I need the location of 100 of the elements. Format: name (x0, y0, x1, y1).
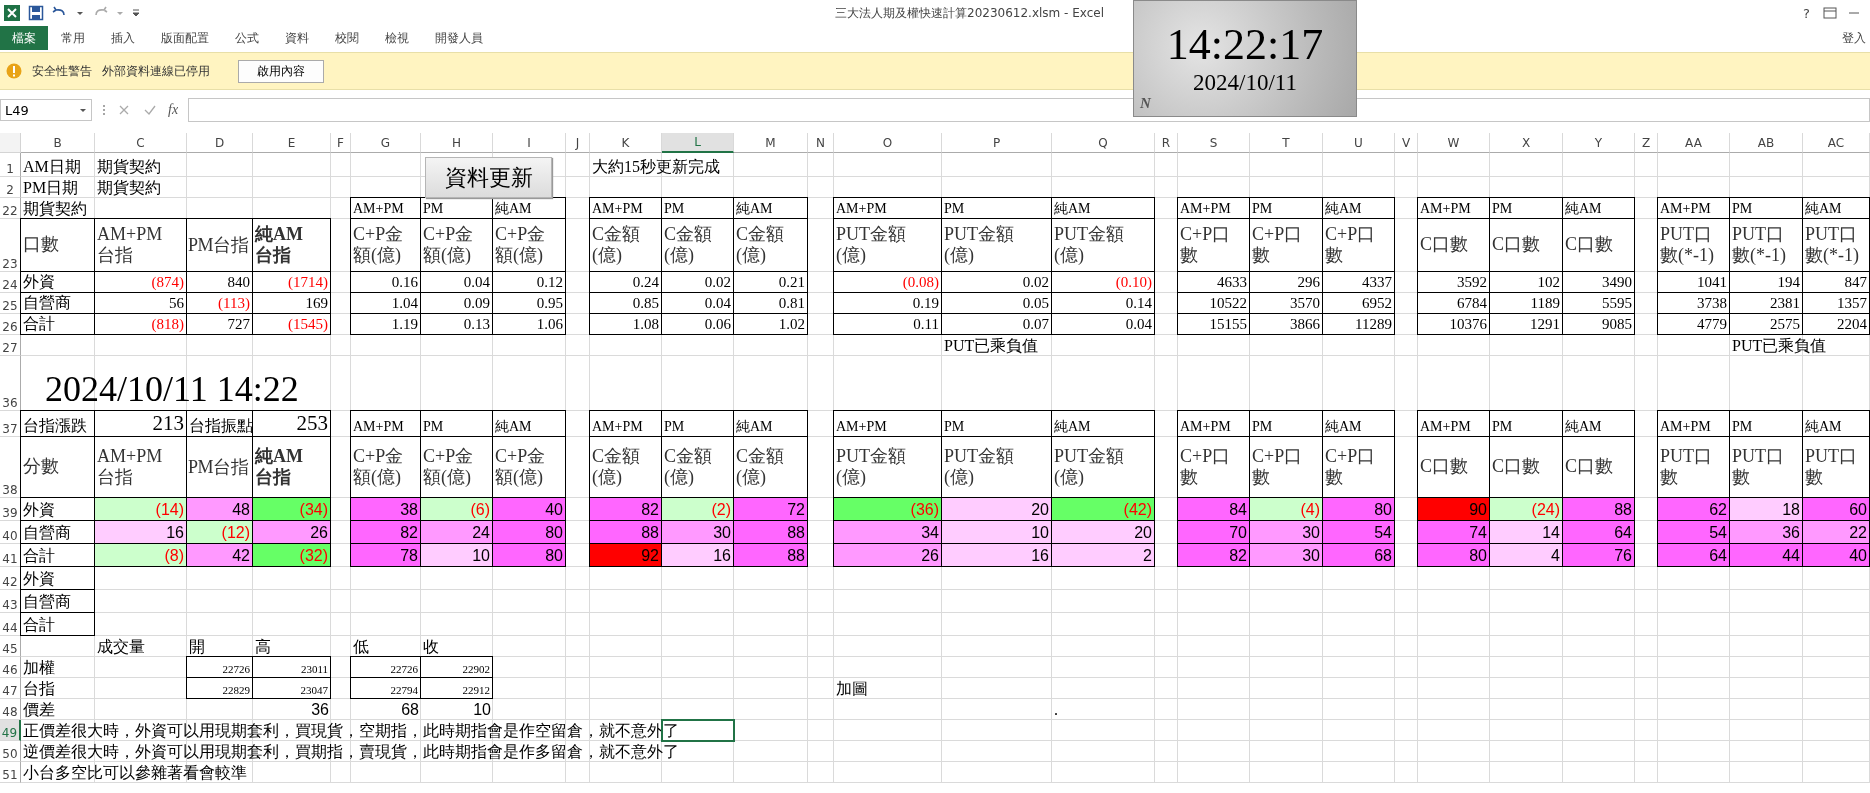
column-header[interactable]: AC (1803, 133, 1870, 153)
column-header[interactable]: M (734, 133, 808, 153)
cell-text: 逆價差很大時，外資可以用現期套利，買期指，賣現貨，此時期指會是作多留倉，就不意外了 (23, 742, 679, 761)
ribbon-tab[interactable]: 常用 (48, 26, 98, 50)
table-cell: 純AM (1322, 410, 1395, 437)
column-header[interactable]: Z (1635, 133, 1658, 153)
ribbon-tab[interactable]: 公式 (222, 26, 272, 50)
column-header[interactable]: J (566, 133, 590, 153)
cell-text: 大約15秒更新完成 (592, 157, 720, 176)
table-cell: AM+PM (1177, 197, 1250, 219)
column-header[interactable]: AA (1658, 133, 1730, 153)
insert-function-button[interactable]: fx (168, 102, 179, 118)
ribbon-display-icon[interactable] (1822, 5, 1838, 21)
column-header[interactable]: AB (1730, 133, 1803, 153)
ribbon-tab[interactable]: 檢視 (372, 26, 422, 50)
column-header[interactable]: F (331, 133, 351, 153)
column-header[interactable]: N (808, 133, 834, 153)
column-header[interactable]: E (253, 133, 331, 153)
column-header[interactable]: C (95, 133, 187, 153)
column-header[interactable]: G (351, 133, 421, 153)
enable-content-button[interactable]: 啟用內容 (238, 59, 324, 83)
table-cell: AM+PM (1417, 197, 1490, 219)
caret-icon[interactable] (76, 9, 84, 17)
row-header[interactable]: 26 (0, 314, 21, 335)
table-cell: 76 (1562, 543, 1635, 567)
table-cell: 74 (1417, 520, 1490, 544)
column-header[interactable]: P (942, 133, 1052, 153)
table-cell: 9085 (1562, 313, 1635, 335)
table-cell: 44 (1729, 543, 1803, 567)
select-all-button[interactable] (0, 133, 21, 153)
row-header[interactable]: 25 (0, 293, 21, 314)
row-header[interactable]: 22 (0, 198, 21, 219)
table-cell: 純AM 台指 (252, 218, 331, 272)
cell-text: 2024/10/11 14:22 (45, 368, 299, 410)
row-header[interactable]: 2 (0, 177, 21, 198)
ribbon-tab[interactable]: 插入 (98, 26, 148, 50)
help-button[interactable]: ? (1799, 5, 1814, 21)
row-header[interactable]: 1 (0, 153, 21, 177)
column-header[interactable]: B (21, 133, 95, 153)
ribbon-tab[interactable]: 校閱 (322, 26, 372, 50)
column-header[interactable]: V (1395, 133, 1418, 153)
row-header[interactable]: 42 (0, 567, 21, 590)
ribbon-tab[interactable]: 開發人員 (422, 26, 496, 50)
table-cell: 88 (733, 543, 808, 567)
column-header[interactable]: L (662, 133, 734, 153)
row-header[interactable]: 46 (0, 657, 21, 678)
table-cell: 22726 (186, 656, 253, 678)
row-header[interactable]: 45 (0, 636, 21, 657)
table-cell: 62 (1657, 497, 1730, 521)
table-cell: 14 (1489, 520, 1563, 544)
row-header[interactable]: 51 (0, 762, 21, 783)
row-header[interactable]: 40 (0, 521, 21, 544)
row-header[interactable]: 23 (0, 219, 21, 272)
table-cell: 11289 (1322, 313, 1395, 335)
row-header[interactable]: 41 (0, 544, 21, 567)
cell-text: 收 (423, 637, 439, 656)
column-header[interactable]: W (1418, 133, 1490, 153)
row-header[interactable]: 47 (0, 678, 21, 699)
cell-text: 低 (353, 637, 369, 656)
table-cell: 34 (833, 520, 942, 544)
formula-input[interactable] (188, 98, 1870, 122)
table-cell: PUT口數(*-1) (1802, 218, 1870, 272)
table-cell: 68 (1322, 543, 1395, 567)
refresh-data-button[interactable]: 資料更新 (425, 157, 552, 198)
column-header[interactable]: R (1155, 133, 1178, 153)
table-cell: 90 (1417, 497, 1490, 521)
table-cell: 0.85 (589, 292, 662, 314)
row-header[interactable]: 37 (0, 411, 21, 437)
row-header[interactable]: 49 (0, 720, 21, 741)
table-cell: 40 (1802, 543, 1870, 567)
column-header[interactable]: Y (1563, 133, 1635, 153)
row-header[interactable]: 50 (0, 741, 21, 762)
column-header[interactable]: X (1490, 133, 1563, 153)
drag-handle-icon[interactable] (102, 103, 106, 117)
column-header[interactable]: D (187, 133, 253, 153)
column-header[interactable]: K (590, 133, 662, 153)
column-header[interactable]: H (421, 133, 493, 153)
table-cell: AM+PM (1657, 197, 1730, 219)
sign-in-link[interactable]: 登入 (1842, 26, 1870, 50)
column-header[interactable]: O (834, 133, 942, 153)
row-header[interactable]: 39 (0, 498, 21, 521)
ribbon-tab[interactable]: 資料 (272, 26, 322, 50)
row-header[interactable]: 24 (0, 272, 21, 293)
save-icon[interactable] (28, 5, 44, 21)
file-tab[interactable]: 檔案 (0, 26, 48, 50)
column-header[interactable]: T (1250, 133, 1323, 153)
ribbon-tab[interactable]: 版面配置 (148, 26, 222, 50)
row-header[interactable]: 43 (0, 590, 21, 613)
row-header[interactable]: 36 (0, 356, 21, 411)
column-header[interactable]: I (493, 133, 566, 153)
name-box[interactable]: L49 (0, 99, 92, 121)
row-header[interactable]: 27 (0, 335, 21, 356)
row-header[interactable]: 38 (0, 437, 21, 498)
column-header[interactable]: U (1323, 133, 1395, 153)
column-header[interactable]: Q (1052, 133, 1155, 153)
customize-icon[interactable] (132, 9, 140, 17)
app-icon[interactable] (4, 5, 20, 21)
row-header[interactable]: 44 (0, 613, 21, 636)
table-cell: 20 (941, 497, 1052, 521)
column-header[interactable]: S (1178, 133, 1250, 153)
